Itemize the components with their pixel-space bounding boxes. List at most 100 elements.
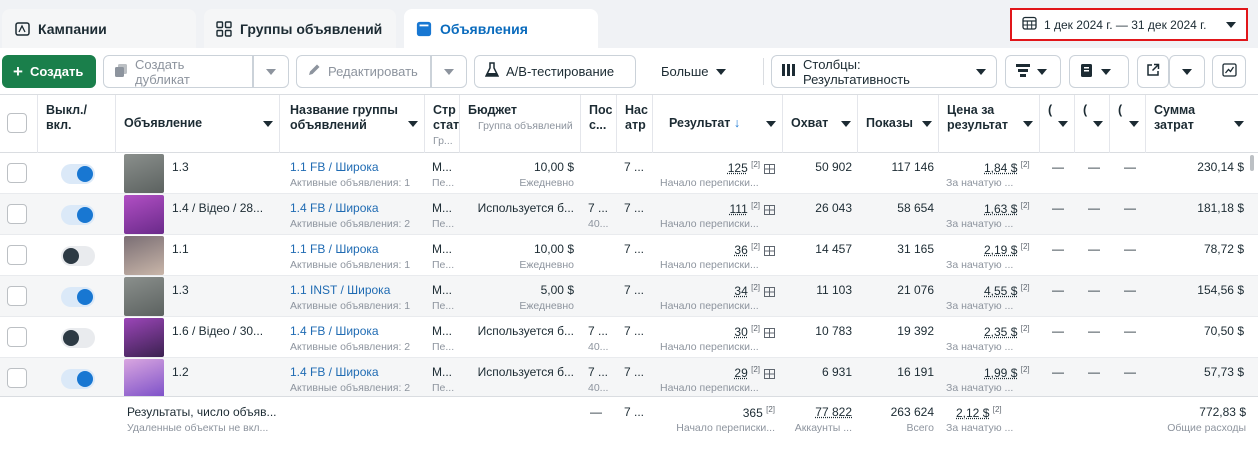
adset-cell[interactable]: 1.1 FB / Широка Активные объявления: 1 — [290, 235, 422, 276]
adset-cell[interactable]: 1.4 FB / Широка Активные объявления: 2 — [290, 358, 422, 399]
table-row[interactable]: 1.1 1.1 FB / Широка Активные объявления: 1… — [0, 235, 1258, 276]
ad-thumbnail[interactable] — [124, 195, 164, 234]
column-impressions[interactable]: Показы — [858, 95, 939, 153]
table-view-icon[interactable] — [764, 204, 775, 215]
column-extra-1[interactable]: ( — [1040, 95, 1075, 153]
row-checkbox[interactable] — [7, 368, 27, 388]
row-checkbox[interactable] — [7, 204, 27, 224]
table-view-icon[interactable] — [764, 327, 775, 338]
ad-name-cell[interactable]: 1.1 — [172, 235, 276, 276]
column-strategy[interactable]: Стр стат Гр... — [425, 95, 460, 153]
result-cell[interactable]: 30 [2] Начало переписки... — [660, 317, 775, 358]
ad-thumbnail[interactable] — [124, 318, 164, 357]
date-range-picker[interactable]: 1 дек 2024 г. — 31 дек 2024 г. — [1010, 8, 1248, 41]
adset-link[interactable]: 1.4 FB / Широка — [290, 201, 422, 215]
column-last-edit[interactable]: Пос с... — [581, 95, 617, 153]
breakdown-button[interactable] — [1005, 55, 1061, 88]
vertical-scrollbar[interactable] — [1250, 155, 1254, 171]
table-view-icon[interactable] — [764, 368, 775, 379]
totals-cpr-cell[interactable]: 2,12 $ [2] За начатую ... — [946, 405, 1036, 446]
adset-link[interactable]: 1.1 FB / Широка — [290, 242, 422, 256]
totals-last: — — [590, 405, 602, 419]
table-view-icon[interactable] — [764, 163, 775, 174]
tab-adsets[interactable]: Группы объявлений — [204, 9, 396, 48]
column-extra-2[interactable]: ( — [1075, 95, 1110, 153]
cpr-cell[interactable]: 1,84 $ [2] За начатую ... — [946, 153, 1036, 194]
adset-cell[interactable]: 1.1 INST / Широка Активные объявления: 1 — [290, 276, 422, 317]
ad-status-toggle[interactable] — [61, 246, 95, 266]
ad-thumbnail[interactable] — [124, 236, 164, 275]
ad-name-cell[interactable]: 1.3 — [172, 276, 276, 317]
spend-value: 230,14 $ — [1197, 160, 1244, 174]
tab-campaigns[interactable]: Кампании — [2, 9, 196, 48]
export-dropdown[interactable] — [1169, 55, 1205, 88]
ab-test-button[interactable]: A/B-тестирование — [474, 55, 636, 88]
ad-thumbnail[interactable] — [124, 277, 164, 316]
column-spend[interactable]: Сумма затрат — [1146, 95, 1250, 153]
cpr-cell[interactable]: 2,35 $ [2] За начатую ... — [946, 317, 1036, 358]
result-cell[interactable]: 29 [2] Начало переписки... — [660, 358, 775, 399]
ad-status-toggle[interactable] — [61, 205, 95, 225]
ad-name-cell[interactable]: 1.4 / Відео / 28... — [172, 194, 276, 235]
cpr-cell[interactable]: 4,55 $ [2] За начатую ... — [946, 276, 1036, 317]
ad-name-cell[interactable]: 1.3 — [172, 153, 276, 194]
adset-link[interactable]: 1.1 INST / Широка — [290, 283, 422, 297]
row-checkbox[interactable] — [7, 286, 27, 306]
create-button[interactable]: + Создать — [2, 55, 96, 88]
tab-ads[interactable]: Объявления — [404, 9, 598, 48]
ad-status-toggle[interactable] — [61, 287, 95, 307]
select-all-checkbox[interactable] — [7, 113, 27, 133]
adset-cell[interactable]: 1.4 FB / Широка Активные объявления: 2 — [290, 194, 422, 235]
adset-link[interactable]: 1.1 FB / Широка — [290, 160, 422, 174]
cpr-cell[interactable]: 1,99 $ [2] За начатую ... — [946, 358, 1036, 399]
row-checkbox[interactable] — [7, 327, 27, 347]
cpr-cell[interactable]: 1,63 $ [2] За начатую ... — [946, 194, 1036, 235]
result-cell[interactable]: 36 [2] Начало переписки... — [660, 235, 775, 276]
column-cost-per-result[interactable]: Цена за результат — [939, 95, 1040, 153]
reports-button[interactable] — [1069, 55, 1129, 88]
column-toggle[interactable]: Выкл./ вкл. — [38, 95, 116, 153]
ad-status-toggle[interactable] — [61, 164, 95, 184]
adset-link[interactable]: 1.4 FB / Широка — [290, 365, 422, 379]
more-button[interactable]: Больше — [650, 55, 736, 88]
table-row[interactable]: 1.4 / Відео / 28... 1.4 FB / Широка Активн… — [0, 194, 1258, 235]
ad-status-toggle[interactable] — [61, 369, 95, 389]
ab-test-label: A/B-тестирование — [506, 64, 615, 79]
ad-name-cell[interactable]: 1.6 / Відео / 30... — [172, 317, 276, 358]
column-attribution[interactable]: Нас атр — [617, 95, 653, 153]
ad-status-toggle[interactable] — [61, 328, 95, 348]
columns-button[interactable]: Столбцы: Результативность — [771, 55, 997, 88]
table-view-icon[interactable] — [764, 286, 775, 297]
ad-thumbnail[interactable] — [124, 154, 164, 193]
edit-button[interactable]: Редактировать — [296, 55, 431, 88]
footnote-mark: [2] — [766, 405, 775, 414]
adset-cell[interactable]: 1.4 FB / Широка Активные объявления: 2 — [290, 317, 422, 358]
export-button[interactable] — [1137, 55, 1169, 88]
result-cell[interactable]: 111 [2] Начало переписки... — [660, 194, 775, 235]
charts-button[interactable] — [1212, 55, 1246, 88]
row-checkbox[interactable] — [7, 245, 27, 265]
table-row[interactable]: 1.2 1.4 FB / Широка Активные объявления: 2… — [0, 358, 1258, 399]
column-budget[interactable]: Бюджет Группа объявлений — [460, 95, 581, 153]
column-extra-3[interactable]: ( — [1110, 95, 1146, 153]
table-row[interactable]: 1.3 1.1 INST / Широка Активные объявления:… — [0, 276, 1258, 317]
column-reach[interactable]: Охват — [783, 95, 858, 153]
column-ad[interactable]: Объявление — [116, 95, 280, 153]
totals-reach-cell[interactable]: 77 822 Аккаунты ... — [788, 405, 852, 446]
column-result[interactable]: Результат ↓ — [653, 95, 783, 153]
table-row[interactable]: 1.3 1.1 FB / Широка Активные объявления: 1… — [0, 153, 1258, 194]
adset-link[interactable]: 1.4 FB / Широка — [290, 324, 422, 338]
row-checkbox[interactable] — [7, 163, 27, 183]
ad-name-cell[interactable]: 1.2 — [172, 358, 276, 399]
duplicate-dropdown[interactable] — [253, 55, 289, 88]
result-cell[interactable]: 125 [2] Начало переписки... — [660, 153, 775, 194]
table-view-icon[interactable] — [764, 245, 775, 256]
ad-thumbnail[interactable] — [124, 359, 164, 398]
duplicate-button[interactable]: Создать дубликат — [103, 55, 253, 88]
adset-cell[interactable]: 1.1 FB / Широка Активные объявления: 1 — [290, 153, 422, 194]
result-cell[interactable]: 34 [2] Начало переписки... — [660, 276, 775, 317]
table-row[interactable]: 1.6 / Відео / 30... 1.4 FB / Широка Активн… — [0, 317, 1258, 358]
cpr-cell[interactable]: 2,19 $ [2] За начатую ... — [946, 235, 1036, 276]
edit-dropdown[interactable] — [431, 55, 467, 88]
column-adset[interactable]: Название группы объявлений — [282, 95, 425, 153]
